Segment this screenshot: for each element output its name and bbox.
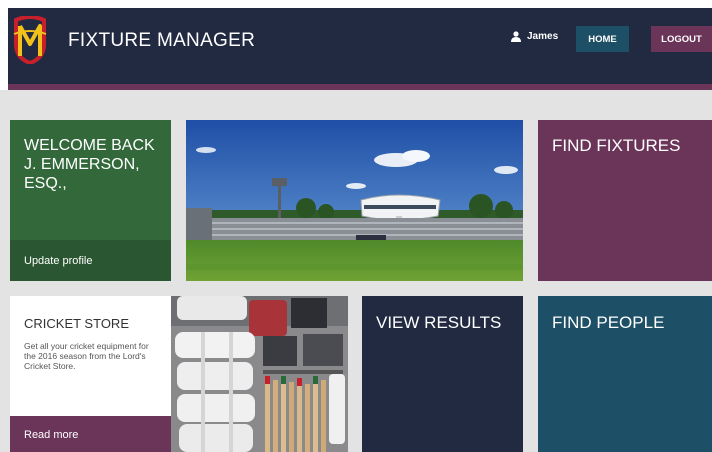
cricket-equipment-image <box>171 296 348 452</box>
app-title: FIXTURE MANAGER <box>68 30 256 51</box>
welcome-title-line2: J. EMMERSON, <box>24 156 140 173</box>
update-profile-link[interactable]: Update profile <box>24 255 93 267</box>
cricket-store-tile: CRICKET STORE Get all your cricket equip… <box>10 296 171 452</box>
welcome-title-line3: ESQ., <box>24 175 67 192</box>
view-results-tile[interactable]: VIEW RESULTS <box>362 296 523 452</box>
find-fixtures-title: FIND FIXTURES <box>552 136 681 155</box>
read-more-bar[interactable]: Read more <box>10 416 171 452</box>
home-button[interactable]: HOME <box>576 26 629 52</box>
read-more-link[interactable]: Read more <box>24 429 78 441</box>
logout-button[interactable]: LOGOUT <box>651 26 712 52</box>
view-results-title: VIEW RESULTS <box>376 313 502 332</box>
welcome-tile: WELCOME BACK J. EMMERSON, ESQ., Update p… <box>10 120 171 281</box>
user-menu[interactable]: James <box>511 31 558 42</box>
find-people-tile[interactable]: FIND PEOPLE <box>538 296 712 452</box>
find-people-title: FIND PEOPLE <box>552 313 665 332</box>
welcome-title-line1: WELCOME BACK <box>24 137 155 154</box>
cricket-store-description: Get all your cricket equipment for the 2… <box>24 341 149 371</box>
user-icon <box>511 31 521 42</box>
cricket-store-title: CRICKET STORE <box>24 316 129 331</box>
stadium-image <box>186 120 523 281</box>
find-fixtures-tile[interactable]: FIND FIXTURES <box>538 120 712 281</box>
user-name: James <box>527 31 559 42</box>
update-profile-bar[interactable]: Update profile <box>10 240 171 281</box>
mcc-logo[interactable] <box>10 16 50 64</box>
welcome-title: WELCOME BACK J. EMMERSON, ESQ., <box>24 136 155 193</box>
